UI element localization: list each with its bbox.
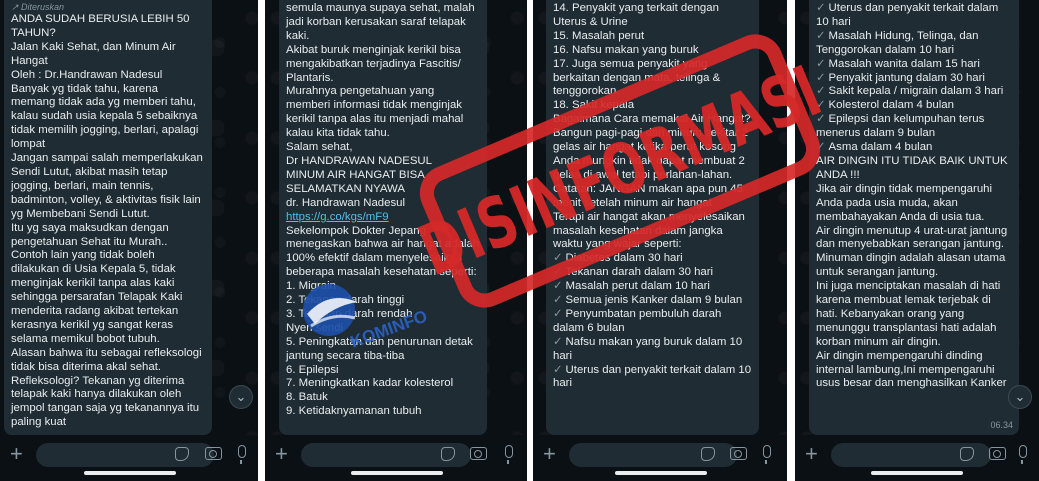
mic-icon[interactable] [505,445,513,464]
message-line: Akibat buruk menginjak kerikil bisa meng… [286,43,461,84]
plus-icon[interactable]: + [543,443,556,465]
check-icon: ✓ [553,363,563,376]
message-line: Jangan sampai salah memperlakukan Sendi … [11,152,203,220]
check-icon: ✓ [553,307,563,320]
camera-icon[interactable] [989,447,1006,460]
message-bubble: ↗ Diteruskan ANDA SUDAH BERUSIA LEBIH 50… [4,0,212,435]
message-line: Salam sehat, [286,141,353,154]
message-line: 15. Masalah perut [553,29,645,42]
plus-icon[interactable]: + [275,443,288,465]
message-bubble: ✓ Uterus dan penyakit terkait dalam 10 ha… [809,0,1019,435]
message-timestamp: 06.34 [990,420,1013,431]
plus-icon[interactable]: + [10,443,23,465]
check-icon: ✓ [816,57,826,70]
message-line: 8. Batuk [286,391,328,404]
check-icon: ✓ [816,29,826,42]
chat-screenshot-1: ↗ Diteruskan ANDA SUDAH BERUSIA LEBIH 50… [0,0,258,481]
checklist-item: ✓ Masalah Hidung, Telinga, dan Tenggoroka… [816,29,979,56]
logo-text: KOMINFO [348,306,430,351]
message-line: Jalan Kaki Sehat, dan Minum Air Hangat [11,40,176,67]
checklist-item: ✓ Uterus dan penyakit terkait dalam 10 ha… [553,363,752,390]
check-icon: ✓ [816,2,826,14]
checklist-item: ✓ Masalah wanita dalam 15 hari [816,57,980,70]
camera-icon[interactable] [470,447,487,460]
home-indicator [84,471,176,475]
message-input-bar: + [533,435,787,481]
message-line: Murahnya pengetahuan yang memberi inform… [286,85,464,140]
message-line: Air dingin mempengaruhi dinding internal… [816,349,1007,390]
message-line: 7. Meningkatkan kadar kolesterol [286,377,454,390]
message-line: 6. Epilepsi [286,363,339,376]
link-prefix: dr. Handrawan Nadesul [286,196,406,209]
plus-icon[interactable]: + [805,443,818,465]
checklist-item: ✓ Penyakit jantung dalam 30 hari [816,71,985,84]
message-line: 9. Ketidaknyamanan tubuh [286,405,422,418]
scroll-down-button[interactable]: ⌄ [229,385,253,409]
checklist-item: ✓ Tekanan darah dalam 30 hari [553,266,714,279]
home-indicator [615,471,707,475]
knowledge-link[interactable]: https://g.co/kgs/mF9 [286,211,389,223]
chevron-down-icon: ⌄ [235,389,247,404]
message-line: AIR DINGIN ITU TIDAK BAIK UNTUK ANDA !!! [816,154,1008,181]
checklist-item: ✓ Semua jenis Kanker dalam 9 bulan [553,294,743,307]
message-line: Banyak yg tidak tahu, karena memang tida… [11,82,199,151]
checklist-item: ✓ Epilepsi dan kelumpuhan terus menerus d… [816,113,985,140]
message-line: Ini juga menciptakan masalah di hati kar… [816,280,1001,348]
message-line: ANDA SUDAH BERUSIA LEBIH 50 TAHUN? [11,13,190,39]
message-input-bar: + [795,435,1039,481]
checklist-item: ✓ Masalah perut dalam 10 hari [553,280,710,293]
scroll-down-button[interactable]: ⌄ [1008,385,1032,409]
checklist-item: ✓ Kolesterol dalam 4 bulan [816,99,954,112]
message-line: semula maunya supaya sehat, malah jadi k… [286,2,475,42]
message-input-bar: + [265,435,527,481]
checklist-item: ✓ Nafsu makan yang buruk dalam 10 hari [553,335,743,362]
message-line: Air dingin menutup 4 urat-urat jantung d… [816,224,1008,279]
home-indicator [871,471,963,475]
message-line: 14. Penyakit yang terkait dengan Uterus … [553,2,719,28]
message-line: Oleh : Dr.Handrawan Nadesul [11,68,163,81]
camera-icon[interactable] [205,447,222,460]
message-line: Itu yg saya maksudkan dengan pengetahuan… [11,221,169,248]
checklist-item: ✓ Uterus dan penyakit terkait dalam 10 ha… [816,2,999,28]
camera-icon[interactable] [730,447,747,460]
message-input-bar: + [0,435,258,481]
kominfo-logo: KOMINFO [303,284,430,352]
check-icon: ✓ [553,294,563,307]
message-line: Alasan bahwa itu sebagai refleksologi ti… [11,346,202,429]
home-indicator [351,471,443,475]
checklist-item: ✓ Sakit kepala / migrain dalam 3 hari [816,85,1004,98]
message-line: Jika air dingin tidak mempengaruhi Anda … [816,182,993,223]
message-line: Contoh lain yang tidak boleh dilakukan d… [11,249,183,345]
mic-icon[interactable] [238,445,246,464]
check-icon: ✓ [553,280,563,293]
forwarded-label: ↗ Diteruskan [11,2,65,12]
chevron-down-icon: ⌄ [1014,389,1026,404]
chat-screenshot-4: ✓ Uterus dan penyakit terkait dalam 10 ha… [795,0,1039,481]
check-icon: ✓ [816,71,826,84]
checklist-item: ✓ Penyumbatan pembuluh darah dalam 6 bula… [553,307,722,334]
checklist-item: ✓ Asma dalam 4 bulan [816,141,933,154]
check-icon: ✓ [553,335,563,348]
mic-icon[interactable] [1019,445,1027,464]
mic-icon[interactable] [763,445,771,464]
